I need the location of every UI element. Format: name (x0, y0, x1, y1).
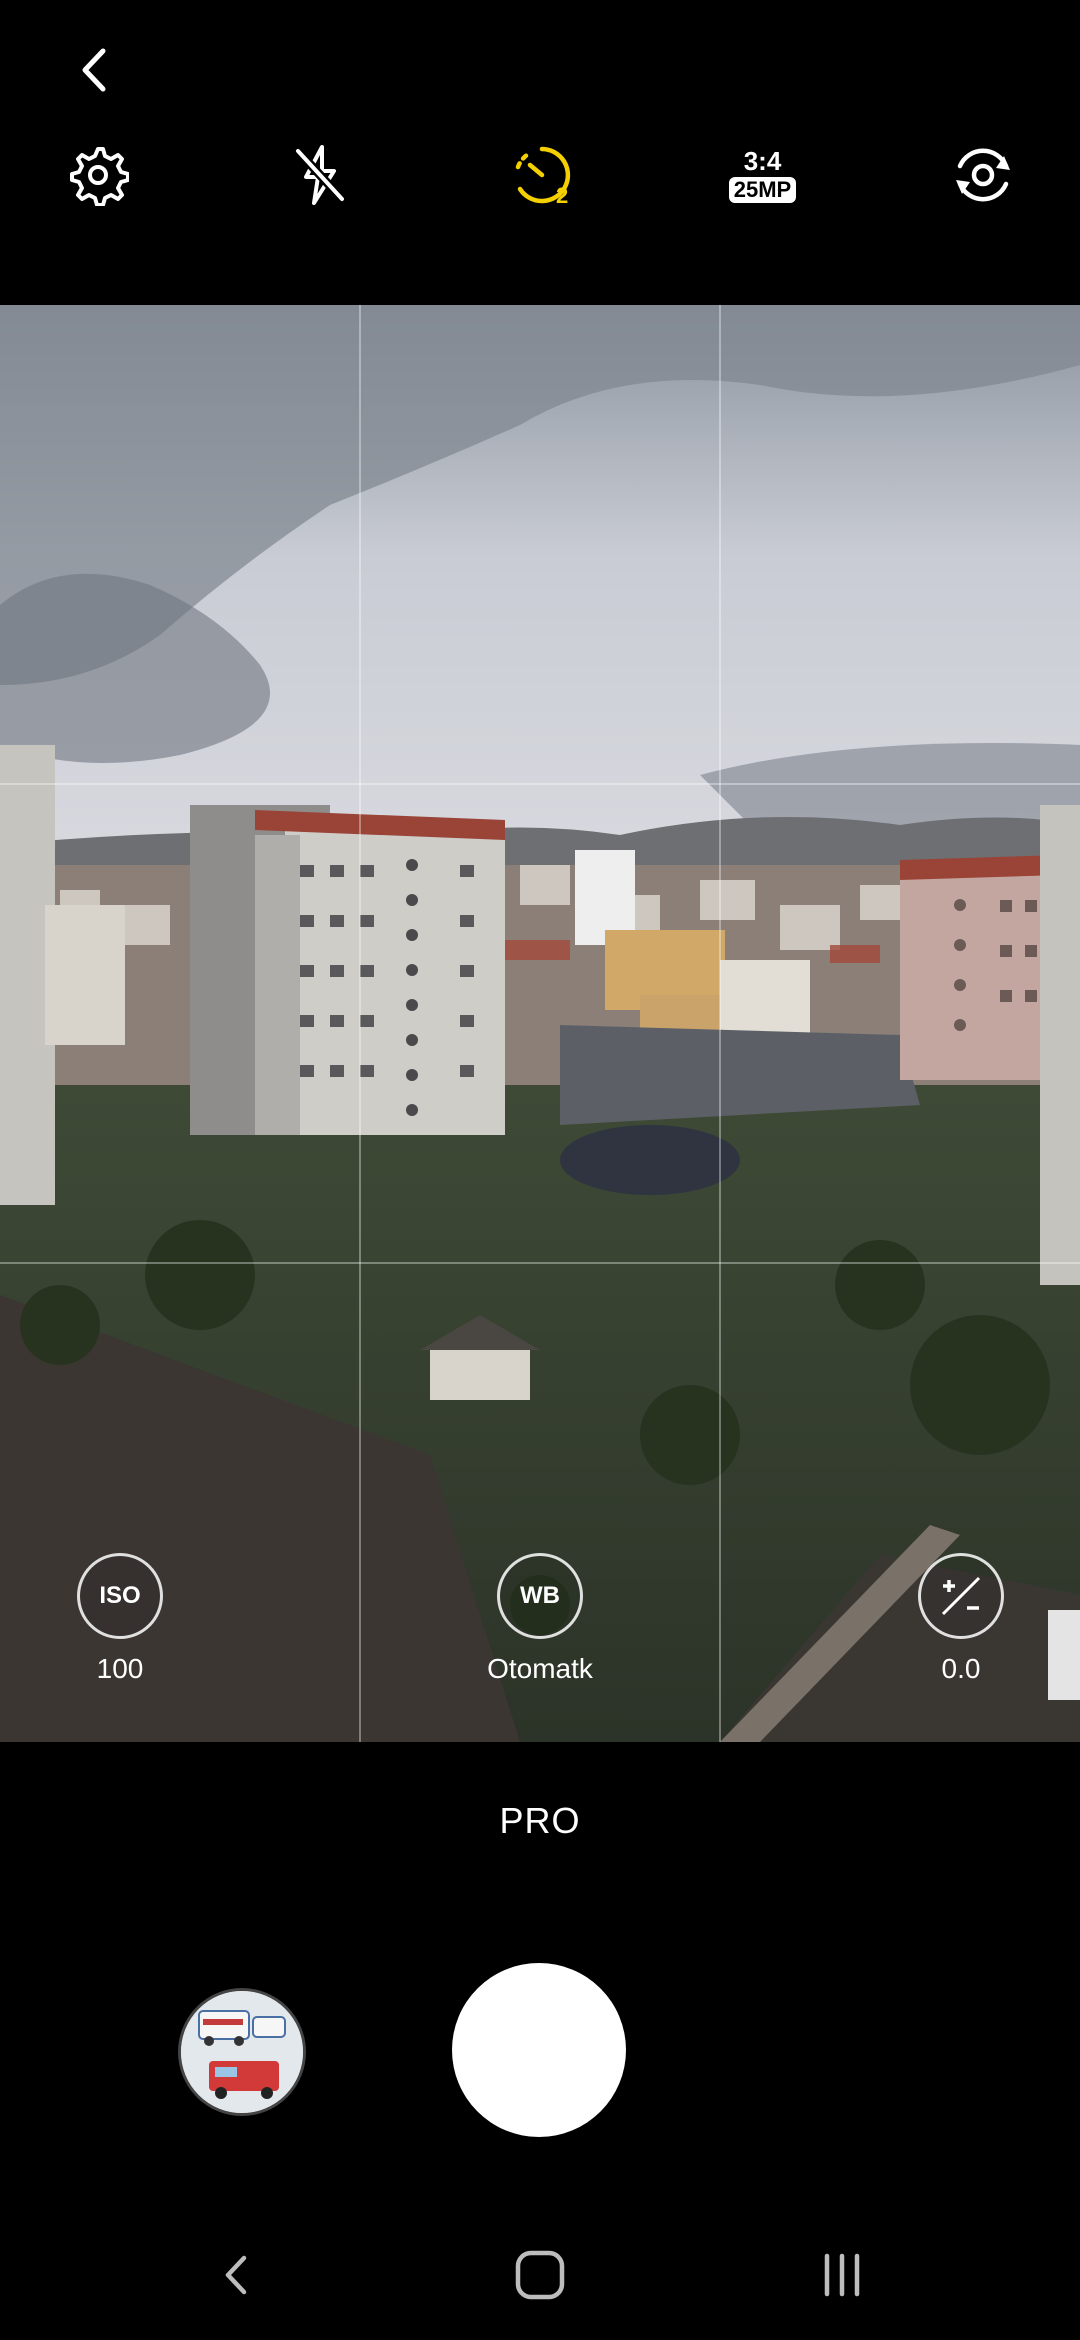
viewfinder-preview-image (0, 305, 1080, 1742)
grid-line-horizontal (0, 783, 1080, 785)
nav-back-button[interactable] (196, 2245, 276, 2305)
flash-off-icon (294, 145, 346, 205)
grid-line-horizontal (0, 1262, 1080, 1264)
timer-value: 2 (556, 183, 568, 207)
switch-camera-icon (956, 148, 1010, 202)
iso-control[interactable]: ISO 100 (20, 1553, 220, 1685)
nav-home-button[interactable] (500, 2245, 580, 2305)
last-photo-thumbnail (181, 1991, 303, 2113)
shutter-button[interactable] (452, 1963, 626, 2137)
nav-back-icon (225, 2255, 247, 2295)
camera-mode-label[interactable]: PRO (0, 1800, 1080, 1842)
exposure-icon (941, 1576, 981, 1616)
iso-label: ISO (99, 1582, 141, 1609)
grid-line-vertical (359, 305, 361, 1742)
switch-camera-button[interactable] (943, 135, 1023, 215)
nav-recents-button[interactable] (802, 2245, 882, 2305)
timer-button[interactable]: 2 (502, 135, 582, 215)
white-balance-label: WB (520, 1582, 560, 1609)
white-balance-value: Otomatk (487, 1653, 593, 1684)
iso-value: 100 (96, 1653, 144, 1684)
resolution-badge: 25MP (728, 177, 797, 203)
back-arrow-icon (82, 48, 106, 92)
white-balance-button[interactable]: WB (497, 1553, 583, 1639)
camera-viewfinder[interactable] (0, 305, 1080, 1742)
nav-home-icon (515, 2250, 565, 2300)
back-button[interactable] (60, 35, 130, 105)
nav-recents-icon (824, 2253, 860, 2297)
flash-button[interactable] (280, 135, 360, 215)
settings-button[interactable] (58, 135, 138, 215)
exposure-button[interactable] (918, 1553, 1004, 1639)
gallery-thumbnail[interactable] (178, 1988, 306, 2116)
iso-button[interactable]: ISO (77, 1553, 163, 1639)
white-balance-control[interactable]: WB Otomatk (440, 1553, 640, 1685)
timer-icon: 2 (515, 146, 571, 207)
aspect-ratio-label: 3:4 (743, 146, 782, 176)
aspect-ratio-button[interactable]: 3:4 25MP (715, 135, 810, 215)
exposure-control[interactable]: 0.0 (861, 1553, 1061, 1685)
grid-line-vertical (719, 305, 721, 1742)
gear-icon (70, 147, 129, 206)
exposure-value: 0.0 (941, 1653, 981, 1684)
